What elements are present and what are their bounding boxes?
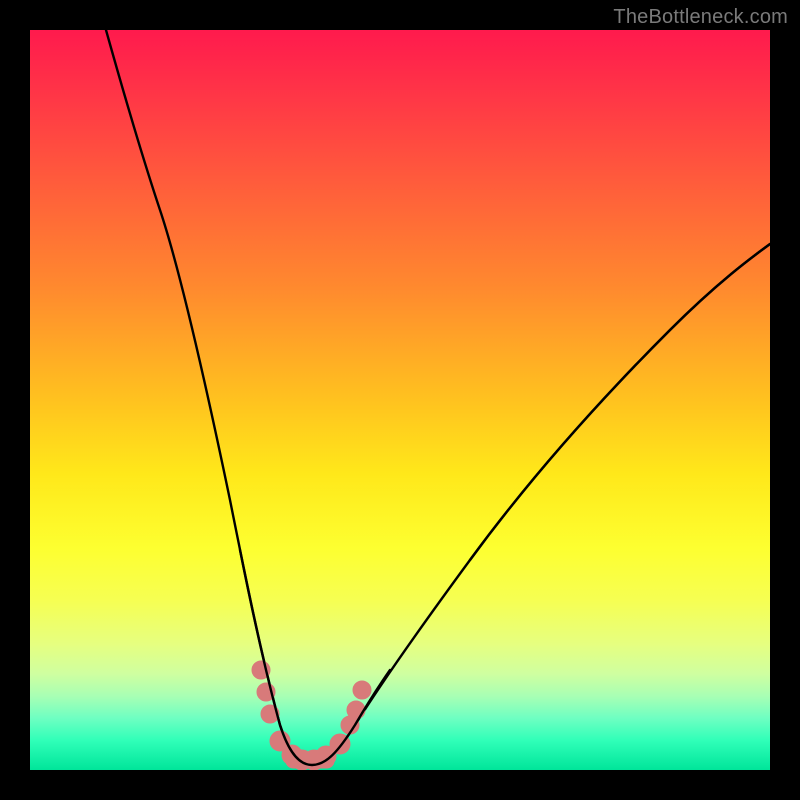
chart-frame: TheBottleneck.com xyxy=(0,0,800,800)
plot-area xyxy=(30,30,770,770)
watermark-text: TheBottleneck.com xyxy=(613,6,788,29)
sample-markers xyxy=(252,661,371,770)
bottleneck-curve-edge xyxy=(470,244,770,560)
bottleneck-curve-over xyxy=(240,550,390,765)
curve-layer xyxy=(30,30,770,770)
bottleneck-curve xyxy=(106,30,770,765)
